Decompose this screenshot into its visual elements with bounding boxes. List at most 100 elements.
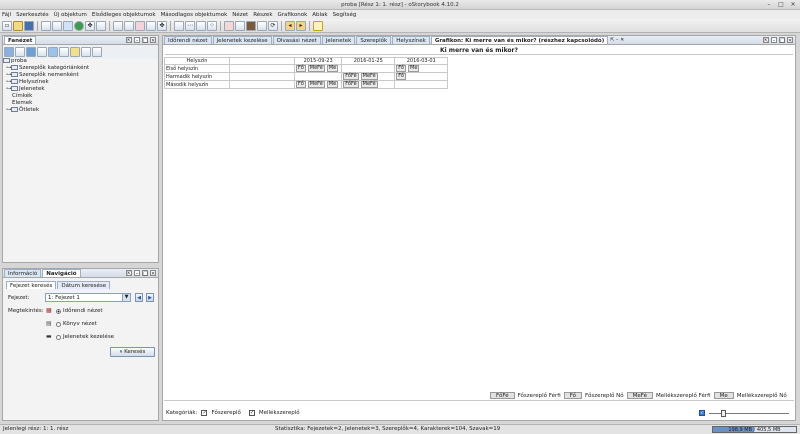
tree-item-characters-by-gender[interactable]: ⊶ Szereplők nemenként [3,72,158,79]
tab-locations[interactable]: Helyszínek [392,36,430,44]
list-view-icon[interactable] [174,20,184,31]
close-icon[interactable]: ✕ [789,1,797,9]
scene-icon[interactable] [63,20,73,31]
memoria-icon[interactable]: ✤ [157,20,167,31]
memory-indicator[interactable]: 198,9 MB / 405,5 MB [712,426,797,433]
chart-icon[interactable] [224,20,234,31]
tab-tree-view[interactable]: Fanézet [4,36,37,44]
menu-charts[interactable]: Grafikonok [278,12,308,18]
panel-pin-icon[interactable]: ⇱ [126,270,132,277]
legend-code: Me [713,392,734,399]
ideas-icon[interactable] [246,20,256,31]
panel-maximize-icon[interactable]: □ [142,37,148,44]
checkbox-side-characters[interactable]: ✓ [248,410,255,416]
tree-item-characters-by-category[interactable]: ⊶ Szereplők kategóriánként [3,65,158,72]
tab-chrono-view[interactable]: Időrendi nézet [164,36,212,44]
menu-new-object[interactable]: Új objektum [54,12,87,18]
panel-maximize-icon[interactable]: □ [142,270,148,277]
tree-item-ideas[interactable]: ⊶ Ötletek [3,107,158,114]
tree-filter-icon[interactable] [4,47,14,57]
tree-item-items[interactable]: Elemek [3,100,158,107]
tab-information[interactable]: Információ [4,269,42,277]
search-button[interactable]: ⏸ Keresés [110,347,155,357]
tree-person-icon[interactable] [26,47,36,57]
tab-chart[interactable]: Grafikon: Ki merre van és mikor? (részhe… [430,36,609,44]
panel-minimize-icon[interactable]: – [134,270,140,277]
tree-item-icon[interactable] [48,47,58,57]
forward-icon[interactable]: ▸ [296,20,306,31]
reading-view-icon[interactable] [124,20,134,31]
radio-dot[interactable] [56,334,61,340]
tree-location-icon[interactable] [37,47,47,57]
tab-scene-management[interactable]: Jelenetek kezelése [212,36,272,44]
panel-close-icon[interactable]: ✕ [150,37,156,44]
tree-tag-icon[interactable] [59,47,69,57]
manage-view-icon[interactable] [146,20,156,31]
tab-reading-view[interactable]: Olvasási nézet [272,36,321,44]
print-icon[interactable] [257,20,267,31]
panel-close-icon[interactable]: ✕ [787,37,793,44]
save-icon[interactable] [24,20,34,31]
tree-item-locations[interactable]: ⊶ Helyszínek [3,79,158,86]
slider-thumb[interactable] [721,410,726,417]
zoom-toggle-icon[interactable]: ✓ [699,410,705,416]
scenes-list-icon[interactable]: ⋯ [185,20,195,31]
chapter-icon[interactable] [52,20,62,31]
refresh-icon[interactable]: ⟳ [268,20,278,31]
panel-close-icon[interactable]: ✕ [150,270,156,277]
menu-help[interactable]: Segítség [333,12,357,18]
new-file-icon[interactable]: ▫ [2,20,12,31]
checkbox-main-characters[interactable]: ✓ [201,410,208,416]
tree-root[interactable]: proba [3,58,158,65]
character-icon[interactable] [74,20,84,31]
tree-scene-icon[interactable] [15,47,25,57]
next-chapter-button[interactable]: ▶ [146,293,154,302]
monitor-icon[interactable] [235,20,245,31]
part-icon[interactable] [41,20,51,31]
chapter-select[interactable]: 1: Fejezet 1 ▼ [45,293,131,302]
menu-primary-objects[interactable]: Elsődleges objektumok [92,12,156,18]
tab-scenes[interactable]: Jelenetek [321,36,356,44]
menu-parts[interactable]: Részek [253,12,272,18]
panel-minimize-icon[interactable]: – [134,37,140,44]
menu-file[interactable]: Fájl [2,12,11,18]
radio-dot[interactable] [56,308,61,314]
previous-chapter-button[interactable]: ◀ [135,293,143,302]
open-folder-icon[interactable] [13,20,23,31]
book-view-icon[interactable] [113,20,123,31]
panel-pin-icon[interactable]: ⇱ [126,37,132,44]
menu-window[interactable]: Ablak [312,12,327,18]
tree-item-tags[interactable]: Címkék [3,93,158,100]
tab-navigation[interactable]: Navigáció [42,269,81,277]
lightbulb-icon[interactable] [313,20,323,31]
panel-minimize-icon[interactable]: – [771,37,777,44]
location-icon[interactable]: ✤ [85,20,95,31]
timeline-icon[interactable] [196,20,206,31]
radio-chrono-view[interactable]: Időrendi nézet [56,308,103,314]
panel-pin-icon[interactable]: ⇱ [763,37,769,44]
chrono-view-icon[interactable] [135,20,145,31]
tab-chapter-search[interactable]: Fejezet keresés [6,281,57,289]
table-cell [341,64,396,73]
radio-manage-view[interactable]: Jelenetek kezelése [56,334,114,340]
tree-memo-icon[interactable] [81,47,91,57]
panel-maximize-icon[interactable]: □ [779,37,785,44]
grid-icon[interactable]: ⁘ [207,20,217,31]
minimize-icon[interactable]: – [765,1,773,9]
tab-window-icon[interactable]: ⇱ – ✕ [610,37,624,43]
tab-date-search[interactable]: Dátum keresése [57,281,111,289]
zoom-slider[interactable] [709,410,789,417]
tab-characters[interactable]: Szereplők [356,36,392,44]
tree-item-scenes[interactable]: ⊶ Jelenetek [3,86,158,93]
menu-view[interactable]: Nézet [232,12,248,18]
tag-icon[interactable] [96,20,106,31]
radio-dot[interactable] [56,321,61,327]
menu-edit[interactable]: Szerkesztés [16,12,49,18]
menu-secondary-objects[interactable]: Másodlagos objektumok [161,12,228,18]
radio-book-view[interactable]: Könyv nézet [56,321,97,327]
back-icon[interactable]: ◂ [285,20,295,31]
tree-settings-icon[interactable] [92,47,102,57]
maximize-icon[interactable]: □ [777,1,785,9]
tree-idea-icon[interactable] [70,47,80,57]
chevron-down-icon[interactable]: ▼ [122,294,130,301]
